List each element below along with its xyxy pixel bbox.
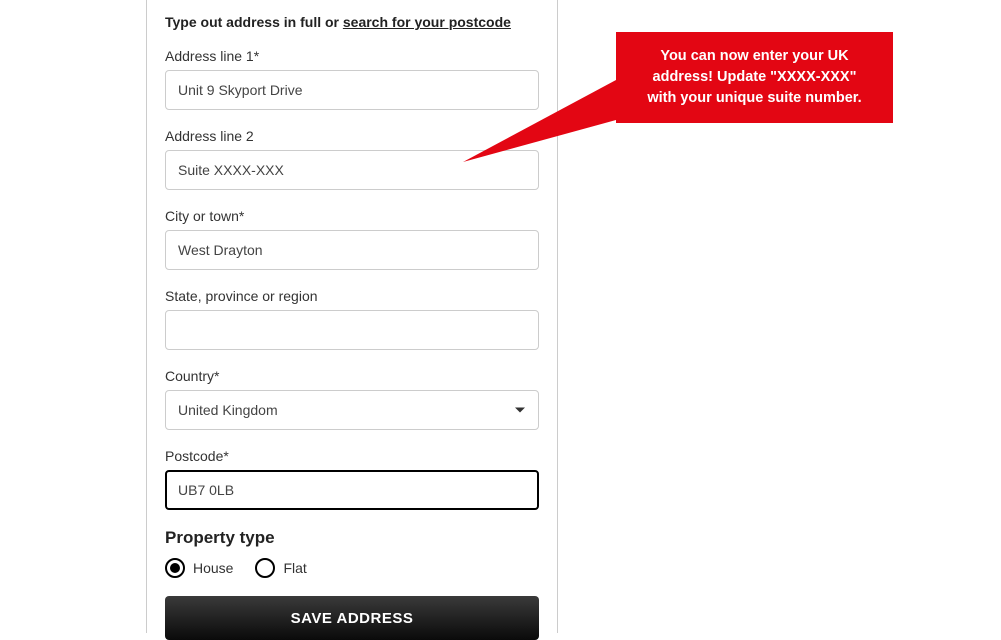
country-label: Country*	[165, 368, 539, 384]
radio-icon	[255, 558, 275, 578]
house-radio-label: House	[193, 560, 233, 576]
property-type-section: Property type House Flat	[165, 528, 539, 578]
address-line-1-label: Address line 1*	[165, 48, 539, 64]
address-line-1-group: Address line 1*	[165, 48, 539, 110]
callout-line-3: with your unique suite number.	[647, 90, 861, 106]
country-group: Country* United Kingdom	[165, 368, 539, 430]
address-line-2-input[interactable]	[165, 150, 539, 190]
country-select[interactable]: United Kingdom	[165, 390, 539, 430]
city-label: City or town*	[165, 208, 539, 224]
city-input[interactable]	[165, 230, 539, 270]
address-line-2-label: Address line 2	[165, 128, 539, 144]
radio-icon	[165, 558, 185, 578]
address-line-2-group: Address line 2	[165, 128, 539, 190]
state-group: State, province or region	[165, 288, 539, 350]
address-form-panel: Type out address in full or search for y…	[146, 0, 558, 633]
state-label: State, province or region	[165, 288, 539, 304]
callout-box: You can now enter your UK address! Updat…	[616, 32, 893, 123]
postcode-search-link[interactable]: search for your postcode	[343, 14, 511, 30]
property-type-radios: House Flat	[165, 558, 539, 578]
city-group: City or town*	[165, 208, 539, 270]
save-address-button[interactable]: SAVE ADDRESS	[165, 596, 539, 640]
callout-line-2: address! Update "XXXX-XXX"	[653, 69, 857, 85]
instruction-text: Type out address in full or search for y…	[165, 14, 539, 30]
country-value: United Kingdom	[178, 402, 278, 418]
instruction-prefix: Type out address in full or	[165, 14, 343, 30]
postcode-input[interactable]	[165, 470, 539, 510]
postcode-group: Postcode*	[165, 448, 539, 510]
callout-line-1: You can now enter your UK	[660, 48, 848, 64]
caret-down-icon	[515, 408, 525, 413]
state-input[interactable]	[165, 310, 539, 350]
property-type-heading: Property type	[165, 528, 539, 548]
address-line-1-input[interactable]	[165, 70, 539, 110]
flat-radio[interactable]: Flat	[255, 558, 306, 578]
flat-radio-label: Flat	[283, 560, 306, 576]
house-radio[interactable]: House	[165, 558, 233, 578]
postcode-label: Postcode*	[165, 448, 539, 464]
